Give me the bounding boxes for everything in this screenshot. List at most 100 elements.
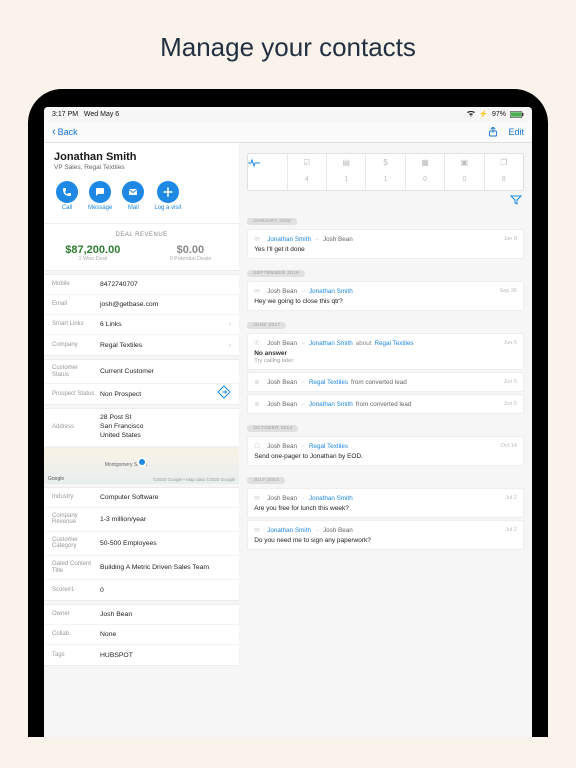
won-deals[interactable]: $87,200.00 1 Won Deal <box>44 242 142 270</box>
left-pane: Jonathan Smith VP Sales, Regal Textiles … <box>44 143 239 737</box>
chevron-right-icon: › <box>229 321 231 328</box>
edit-button[interactable]: Edit <box>508 127 524 137</box>
deals-summary: $87,200.00 1 Won Deal $0.00 0 Potential … <box>44 242 239 271</box>
activity-tabs: ☑ 4 ▤ 1 $ 1 ▦ 0 <box>247 153 524 191</box>
revenue-row[interactable]: Company Revenue 1-3 million/year <box>44 508 239 532</box>
message-icon: ✉ <box>254 526 264 534</box>
customer-status-row[interactable]: Customer Status Current Customer <box>44 360 239 384</box>
call-label: Call <box>62 205 72 211</box>
convert-icon: ⊕ <box>254 378 264 386</box>
contact-header: Jonathan Smith VP Sales, Regal Textiles … <box>44 143 239 224</box>
tab-notes[interactable]: ▤ 1 <box>327 154 366 190</box>
mail-label: Mail <box>128 205 139 211</box>
timeline-item[interactable]: ⊕ Josh Bean → Jonathan Smith from conver… <box>247 394 524 414</box>
status-right: ⚡ 97% <box>467 110 524 118</box>
ownership-card: Owner Josh Bean Collab. None Tags HUBSPO… <box>44 604 239 666</box>
docs-icon: ❐ <box>485 158 523 168</box>
right-pane: ☑ 4 ▤ 1 $ 1 ▦ 0 <box>239 143 532 737</box>
message-icon: ✉ <box>254 494 264 502</box>
gated-content-row[interactable]: Gated Content Title Building A Metric Dr… <box>44 556 239 580</box>
message-icon: ✉ <box>254 287 264 295</box>
timeline-item[interactable]: ✉ Josh Bean → Jonathan Smith Jul 2 Are y… <box>247 488 524 518</box>
tab-deals[interactable]: $ 1 <box>366 154 405 190</box>
date-pill: JANUARY 2020 <box>247 218 297 225</box>
score-row[interactable]: Score#1 0 <box>44 580 239 600</box>
filter-icon[interactable] <box>510 195 522 205</box>
date-pill: OCTOBER 2014 <box>247 425 298 432</box>
clip-icon: ▦ <box>406 158 444 168</box>
tab-activity[interactable] <box>248 154 287 190</box>
category-row[interactable]: Customer Category 50-500 Employees <box>44 532 239 556</box>
tab-tasks[interactable]: ☑ 4 <box>288 154 327 190</box>
mobile-row[interactable]: Mobile 8472740707 <box>44 275 239 295</box>
battery-percent: ⚡ <box>479 110 488 118</box>
timeline-item[interactable]: ✉ Josh Bean → Jonathan Smith Sep 26 Hey … <box>247 281 524 311</box>
timeline-item[interactable]: ✉ Jonathan Smith → Josh Bean Jul 2 Do yo… <box>247 520 524 550</box>
status-bar: 3:17 PM Wed May 6 ⚡ 97% <box>44 107 532 121</box>
wifi-icon <box>467 111 475 117</box>
checkbox-icon: ☑ <box>288 158 326 168</box>
mail-button[interactable]: Mail <box>122 181 144 211</box>
activity-timeline: JANUARY 2020 ✉ Jonathan Smith → Josh Bea… <box>239 209 532 562</box>
potential-deals[interactable]: $0.00 0 Potential Deals <box>142 242 240 270</box>
status-time: 3:17 PM <box>52 111 78 118</box>
arrow-right-icon: → <box>300 379 306 385</box>
map-pin-icon <box>137 457 147 467</box>
promo-title: Manage your contacts <box>0 0 576 89</box>
timeline-item[interactable]: ⊕ Josh Bean → Regal Textiles from conver… <box>247 372 524 392</box>
back-label: Back <box>58 127 78 137</box>
address-card: Address 28 Post St San Francisco United … <box>44 408 239 483</box>
prospect-status-row[interactable]: Prospect Status Non Prospect <box>44 384 239 404</box>
tab-attachments[interactable]: ▦ 0 <box>406 154 445 190</box>
log-visit-button[interactable]: Log a visit <box>154 181 181 211</box>
message-icon: ✉ <box>254 235 264 243</box>
battery-text: 97% <box>492 111 506 118</box>
arrow-right-icon: → <box>300 443 306 449</box>
pulse-icon <box>248 158 286 168</box>
email-row[interactable]: Email josh@getbase.com <box>44 295 239 315</box>
status-card: Customer Status Current Customer Prospec… <box>44 359 239 405</box>
message-label: Message <box>88 205 112 211</box>
potential-amount: $0.00 <box>142 244 240 256</box>
smart-links-row[interactable]: Smart Links 6 Links › <box>44 315 239 335</box>
arrow-right-icon: → <box>300 495 306 501</box>
map-attribution: ©2020 Google • Map data ©2020 Google <box>153 477 235 482</box>
date-pill: JULY 2014 <box>247 477 285 484</box>
industry-row[interactable]: Industry Computer Software <box>44 488 239 508</box>
call-button[interactable]: Call <box>56 181 78 211</box>
date-pill: JUNE 2017 <box>247 322 286 329</box>
dollar-icon: $ <box>366 158 404 168</box>
potential-sub: 0 Potential Deals <box>142 256 240 262</box>
tab-docs[interactable]: ❐ 8 <box>485 154 523 190</box>
directions-icon[interactable] <box>217 385 231 399</box>
owner-row[interactable]: Owner Josh Bean <box>44 605 239 625</box>
collab-row[interactable]: Collab. None <box>44 625 239 645</box>
status-left: 3:17 PM Wed May 6 <box>52 111 119 118</box>
arrow-right-icon: → <box>314 527 320 533</box>
timeline-item[interactable]: ✆ Josh Bean → Jonathan Smith about Regal… <box>247 333 524 370</box>
task-icon: ☐ <box>254 442 264 450</box>
tags-row[interactable]: Tags HUBSPOT <box>44 645 239 665</box>
address-row[interactable]: Address 28 Post St San Francisco United … <box>44 409 239 446</box>
won-sub: 1 Won Deal <box>44 256 142 262</box>
status-date: Wed May 6 <box>84 111 119 118</box>
battery-icon <box>510 111 524 118</box>
company-row[interactable]: Company Regal Textiles › <box>44 335 239 355</box>
company-info-card: Industry Computer Software Company Reven… <box>44 487 239 602</box>
tab-appointments[interactable]: ▣ 0 <box>445 154 484 190</box>
deal-revenue-heading: DEAL REVENUE <box>44 224 239 242</box>
timeline-item[interactable]: ☐ Josh Bean → Regal Textiles Oct 14 Send… <box>247 436 524 466</box>
arrow-right-icon: → <box>314 236 320 242</box>
calendar-icon: ▣ <box>445 158 483 168</box>
back-button[interactable]: ‹ Back <box>52 126 78 138</box>
phone-icon: ✆ <box>254 339 264 347</box>
timeline-item[interactable]: ✉ Jonathan Smith → Josh Bean Jan 8 Yes I… <box>247 229 524 259</box>
share-icon[interactable] <box>488 127 498 137</box>
message-button[interactable]: Message <box>88 181 112 211</box>
map-thumbnail[interactable]: Montgomery Street Google ©2020 Google • … <box>44 447 239 483</box>
contact-details-card: Mobile 8472740707 Email josh@getbase.com… <box>44 274 239 356</box>
contact-name: Jonathan Smith <box>54 151 229 163</box>
map-provider: Google <box>48 476 64 482</box>
tablet-frame: 3:17 PM Wed May 6 ⚡ 97% ‹ Back <box>28 89 548 737</box>
arrow-right-icon: → <box>300 401 306 407</box>
